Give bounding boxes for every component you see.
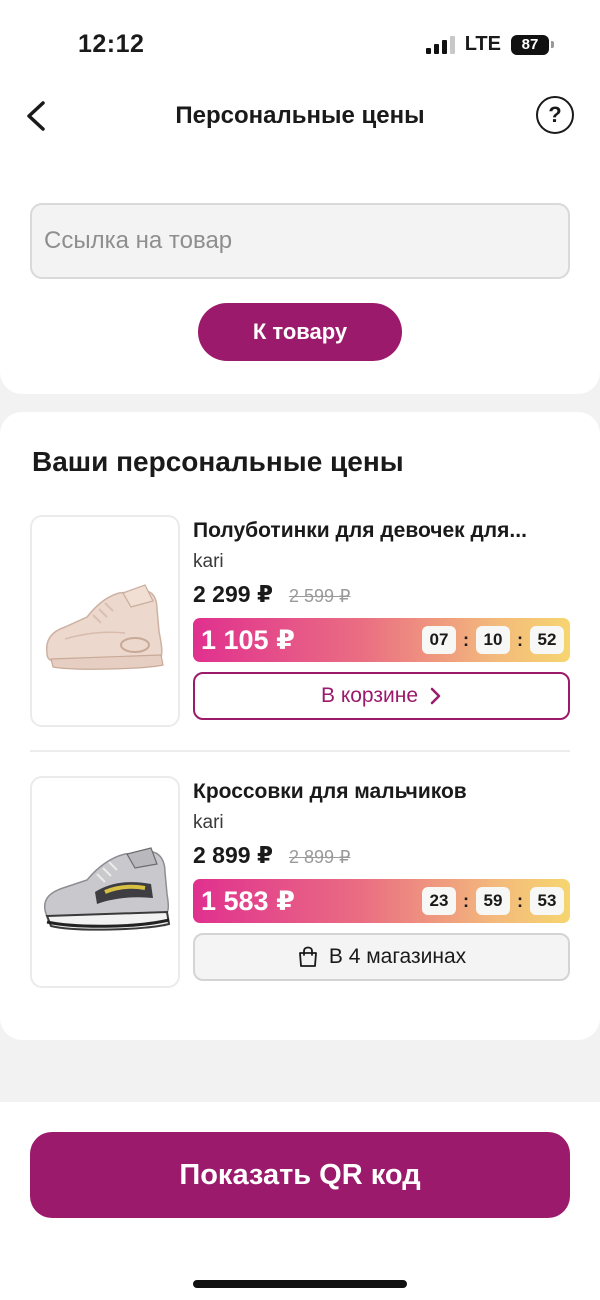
- timer-seconds: 52: [530, 626, 564, 654]
- section-title: Ваши персональные цены: [32, 446, 404, 477]
- timer-seconds: 53: [530, 887, 564, 915]
- chevron-right-icon: [430, 687, 441, 705]
- question-icon: ?: [548, 102, 562, 127]
- price-row: 2 299 ₽ 2 599 ₽: [193, 581, 350, 608]
- status-indicators: LTE 87: [425, 33, 554, 56]
- timer-hours: 23: [422, 887, 456, 915]
- product-name[interactable]: Полуботинки для девочек для...: [193, 519, 570, 543]
- in-cart-button[interactable]: В корзине: [193, 672, 570, 720]
- countdown-timer: 07 : 10 : 52: [422, 626, 564, 654]
- countdown-timer: 23 : 59 : 53: [422, 887, 564, 915]
- product-name[interactable]: Кроссовки для мальчиков: [193, 780, 570, 804]
- network-label: LTE: [464, 33, 501, 55]
- show-qr-code-button[interactable]: Показать QR код: [30, 1132, 570, 1218]
- price-row: 2 899 ₽ 2 899 ₽: [193, 842, 350, 869]
- product-link-input[interactable]: [30, 203, 570, 279]
- sneaker-grey-icon: [43, 847, 171, 931]
- product-image[interactable]: [30, 776, 180, 988]
- home-indicator: [193, 1280, 407, 1288]
- sneaker-pink-icon: [45, 584, 164, 670]
- personal-price-bar: 1 583 ₽ 23 : 59 : 53: [193, 879, 570, 923]
- signal-icon: [425, 35, 455, 54]
- status-bar: 12:12 LTE 87: [0, 0, 600, 90]
- personal-price: 1 105 ₽: [201, 624, 295, 655]
- old-price: 2 599 ₽: [288, 586, 351, 606]
- go-to-product-button[interactable]: К товару: [198, 303, 402, 361]
- old-price: 2 899 ₽: [288, 847, 351, 867]
- product-brand: kari: [193, 812, 224, 833]
- personal-price-bar: 1 105 ₽ 07 : 10 : 52: [193, 618, 570, 662]
- personal-prices-card: Ваши персональные цены Полуботинки для д…: [0, 412, 600, 1040]
- bottom-bar: Показать QR код: [0, 1102, 600, 1300]
- status-time: 12:12: [78, 30, 145, 58]
- product-card[interactable]: Кроссовки для мальчиков kari 2 899 ₽ 2 8…: [30, 776, 570, 988]
- personal-price: 1 583 ₽: [201, 885, 295, 916]
- battery-level: 87: [511, 34, 549, 55]
- battery-icon: 87: [511, 34, 554, 55]
- divider: [30, 750, 570, 752]
- timer-minutes: 59: [476, 887, 510, 915]
- timer-hours: 07: [422, 626, 456, 654]
- current-price: 2 299 ₽: [193, 581, 273, 607]
- product-image[interactable]: [30, 515, 180, 727]
- page-title: Персональные цены: [175, 102, 425, 129]
- stores-availability-button[interactable]: В 4 магазинах: [193, 933, 570, 981]
- timer-minutes: 10: [476, 626, 510, 654]
- search-card: Персональные цены ? К товару: [0, 90, 600, 394]
- product-brand: kari: [193, 551, 224, 572]
- current-price: 2 899 ₽: [193, 842, 273, 868]
- help-button[interactable]: ?: [536, 96, 574, 134]
- product-card[interactable]: Полуботинки для девочек для... kari 2 29…: [30, 515, 570, 727]
- stores-label: В 4 магазинах: [328, 945, 467, 968]
- shopping-bag-icon: [298, 946, 317, 967]
- in-cart-label: В корзине: [320, 684, 419, 707]
